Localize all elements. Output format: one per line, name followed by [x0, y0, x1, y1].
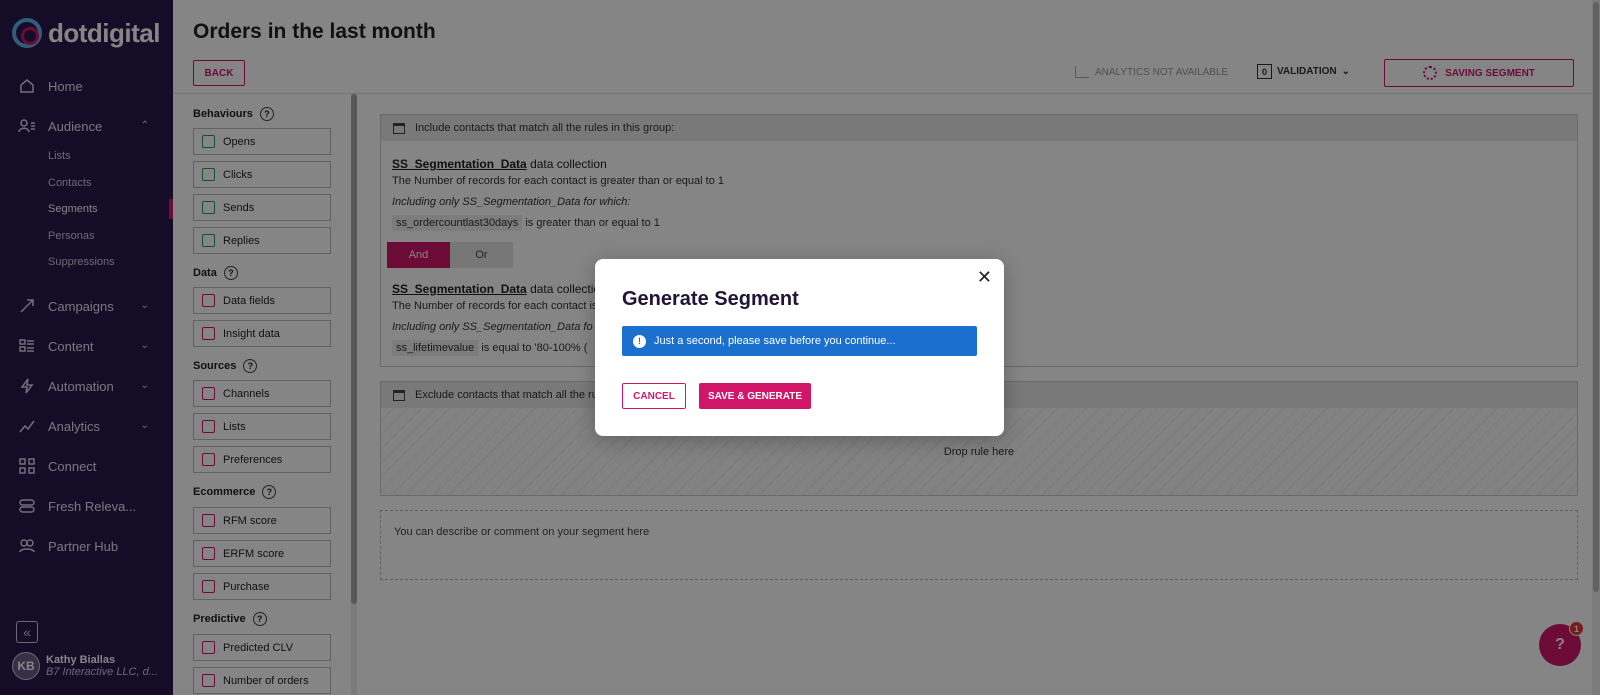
modal-title: Generate Segment [622, 288, 799, 310]
info-alert: ! Just a second, please save before you … [622, 326, 977, 356]
generate-segment-modal: ✕ Generate Segment ! Just a second, plea… [595, 259, 1004, 436]
save-and-generate-button[interactable]: SAVE & GENERATE [699, 383, 811, 409]
alert-text: Just a second, please save before you co… [654, 335, 896, 347]
close-icon[interactable]: ✕ [977, 267, 992, 288]
info-icon: ! [633, 334, 646, 348]
cancel-button[interactable]: CANCEL [622, 383, 686, 409]
